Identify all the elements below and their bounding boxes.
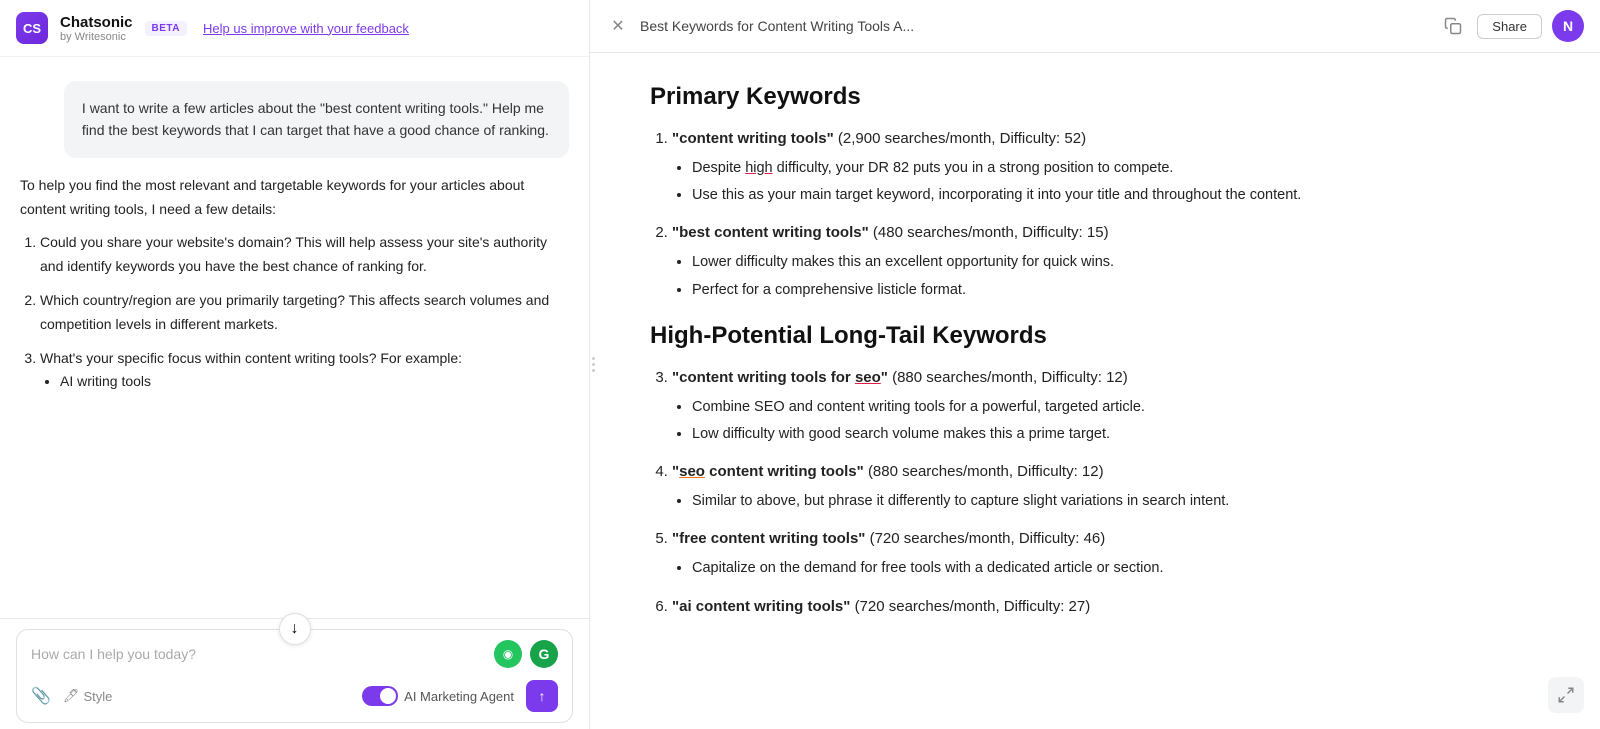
ai-question-2: Which country/region are you primarily t… xyxy=(40,289,569,337)
keyword-term-3: "content writing tools for seo" xyxy=(672,369,888,386)
keyword-term-1: "content writing tools" xyxy=(672,130,834,147)
keyword-meta-6: (720 searches/month, Difficulty: 27) xyxy=(855,598,1091,615)
avatar[interactable]: N xyxy=(1552,10,1584,42)
ai-intro: To help you find the most relevant and t… xyxy=(20,174,569,222)
tab-title: Best Keywords for Content Writing Tools … xyxy=(640,18,1429,34)
keyword-item-5: "free content writing tools" (720 search… xyxy=(672,527,1540,580)
keyword-3-bullet-2: Low difficulty with good search volume m… xyxy=(692,423,1540,446)
keyword-term-4: "seo content writing tools" xyxy=(672,463,864,480)
keyword-2-bullets: Lower difficulty makes this an excellent… xyxy=(672,251,1540,301)
send-button[interactable]: ↑ xyxy=(526,680,558,712)
circle-icon: ◉ xyxy=(503,647,513,661)
input-placeholder[interactable]: How can I help you today? xyxy=(31,646,494,662)
ai-bullets-list: AI writing tools xyxy=(40,370,569,394)
left-panel: CS Chatsonic by Writesonic BETA Help us … xyxy=(0,0,590,729)
chevron-down-icon: ↓ xyxy=(291,620,299,638)
ai-question-3: What's your specific focus within conten… xyxy=(40,347,569,395)
keyword-1-bullets: Despite high difficulty, your DR 82 puts… xyxy=(672,157,1540,207)
ai-response: To help you find the most relevant and t… xyxy=(20,174,569,404)
keyword-item-6: "ai content writing tools" (720 searches… xyxy=(672,595,1540,619)
keyword-item-2: "best content writing tools" (480 search… xyxy=(672,221,1540,301)
keyword-4-bullets: Similar to above, but phrase it differen… xyxy=(672,490,1540,513)
keyword-meta-3: (880 searches/month, Difficulty: 12) xyxy=(892,369,1128,386)
keyword-term-6: "ai content writing tools" xyxy=(672,598,850,615)
ai-bullet-1: AI writing tools xyxy=(60,370,569,394)
divider-dot xyxy=(592,363,595,366)
input-toolbar: 📎 🖊 Style AI Marketing Agent ↑ xyxy=(31,676,558,712)
logo-icon: CS xyxy=(16,12,48,44)
attachment-icon[interactable]: 📎 xyxy=(31,686,51,706)
keyword-item-1: "content writing tools" (2,900 searches/… xyxy=(672,127,1540,207)
send-icon: ↑ xyxy=(539,688,546,704)
resize-handle[interactable] xyxy=(589,345,597,385)
keyword-4-bullet-1: Similar to above, but phrase it differen… xyxy=(692,490,1540,513)
feedback-link[interactable]: Help us improve with your feedback xyxy=(203,21,409,36)
app-sub: by Writesonic xyxy=(60,31,133,43)
keyword-item-4: "seo content writing tools" (880 searche… xyxy=(672,460,1540,513)
agent-toggle[interactable] xyxy=(362,686,398,706)
keyword-meta-5: (720 searches/month, Difficulty: 46) xyxy=(870,530,1106,547)
primary-keywords-title: Primary Keywords xyxy=(650,83,1540,111)
longtail-keywords-title: High-Potential Long-Tail Keywords xyxy=(650,322,1540,350)
keyword-meta-2: (480 searches/month, Difficulty: 15) xyxy=(873,224,1109,241)
right-header: ✕ Best Keywords for Content Writing Tool… xyxy=(590,0,1600,53)
primary-keywords-list: "content writing tools" (2,900 searches/… xyxy=(650,127,1540,302)
keyword-item-3: "content writing tools for seo" (880 sea… xyxy=(672,366,1540,446)
divider-dot xyxy=(592,357,595,360)
keyword-3-bullet-1: Combine SEO and content writing tools fo… xyxy=(692,396,1540,419)
scroll-down-button[interactable]: ↓ xyxy=(279,613,311,645)
app-name: Chatsonic xyxy=(60,14,133,31)
keyword-meta-1: (2,900 searches/month, Difficulty: 52) xyxy=(838,130,1086,147)
keyword-2-bullet-2: Perfect for a comprehensive listicle for… xyxy=(692,279,1540,302)
left-header: CS Chatsonic by Writesonic BETA Help us … xyxy=(0,0,589,57)
expand-button[interactable] xyxy=(1548,677,1584,713)
keyword-1-bullet-1: Despite high difficulty, your DR 82 puts… xyxy=(692,157,1540,180)
input-icons: ◉ G xyxy=(494,640,558,668)
logo-text: Chatsonic by Writesonic xyxy=(60,14,133,43)
keyword-meta-4: (880 searches/month, Difficulty: 12) xyxy=(868,463,1104,480)
chat-area: I want to write a few articles about the… xyxy=(0,57,589,618)
share-button[interactable]: Share xyxy=(1477,14,1542,39)
green-g-icon[interactable]: G xyxy=(530,640,558,668)
user-message: I want to write a few articles about the… xyxy=(64,81,569,158)
longtail-keywords-list: "content writing tools for seo" (880 sea… xyxy=(650,366,1540,619)
beta-badge: BETA xyxy=(145,21,187,36)
ai-questions-list: Could you share your website's domain? T… xyxy=(20,231,569,394)
agent-toggle-label: AI Marketing Agent xyxy=(404,689,514,704)
agent-toggle-wrap: AI Marketing Agent xyxy=(362,686,514,706)
keyword-3-bullets: Combine SEO and content writing tools fo… xyxy=(672,396,1540,446)
highlight-high: high xyxy=(745,160,772,176)
style-icon: 🖊 xyxy=(63,688,80,704)
keyword-5-bullet-1: Capitalize on the demand for free tools … xyxy=(692,557,1540,580)
green-circle-icon[interactable]: ◉ xyxy=(494,640,522,668)
right-content: Primary Keywords "content writing tools"… xyxy=(590,53,1600,729)
keyword-term-2: "best content writing tools" xyxy=(672,224,869,241)
close-button[interactable]: ✕ xyxy=(606,14,630,38)
keyword-2-bullet-1: Lower difficulty makes this an excellent… xyxy=(692,251,1540,274)
keyword-term-5: "free content writing tools" xyxy=(672,530,865,547)
divider-dot xyxy=(592,369,595,372)
keyword-1-bullet-2: Use this as your main target keyword, in… xyxy=(692,184,1540,207)
copy-button[interactable] xyxy=(1439,12,1467,40)
ai-question-1: Could you share your website's domain? T… xyxy=(40,231,569,279)
keyword-5-bullets: Capitalize on the demand for free tools … xyxy=(672,557,1540,580)
style-button[interactable]: 🖊 Style xyxy=(63,688,112,704)
right-panel: ✕ Best Keywords for Content Writing Tool… xyxy=(590,0,1600,729)
